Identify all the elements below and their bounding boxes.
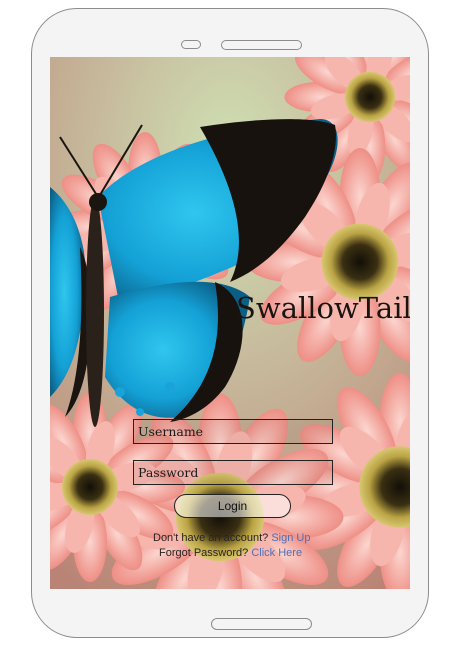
login-button[interactable]: Login — [174, 494, 291, 518]
signup-link[interactable]: Sign Up — [271, 532, 310, 544]
signup-prompt-text: Don't have an account? — [153, 532, 269, 544]
username-input[interactable] — [133, 419, 333, 444]
camera-sensor — [181, 40, 201, 49]
forgot-password-text: Forgot Password? — [159, 547, 249, 559]
forgot-password-link[interactable]: Click Here — [251, 547, 302, 559]
app-title: SwallowTail — [236, 291, 410, 325]
home-button[interactable] — [211, 618, 312, 630]
forgot-password-prompt: Forgot Password? Click Here — [159, 547, 302, 559]
app-screen: SwallowTail Login Don't have an account?… — [50, 57, 410, 589]
password-input[interactable] — [133, 460, 333, 485]
earpiece-speaker — [221, 40, 302, 50]
signup-prompt: Don't have an account? Sign Up — [153, 532, 310, 544]
